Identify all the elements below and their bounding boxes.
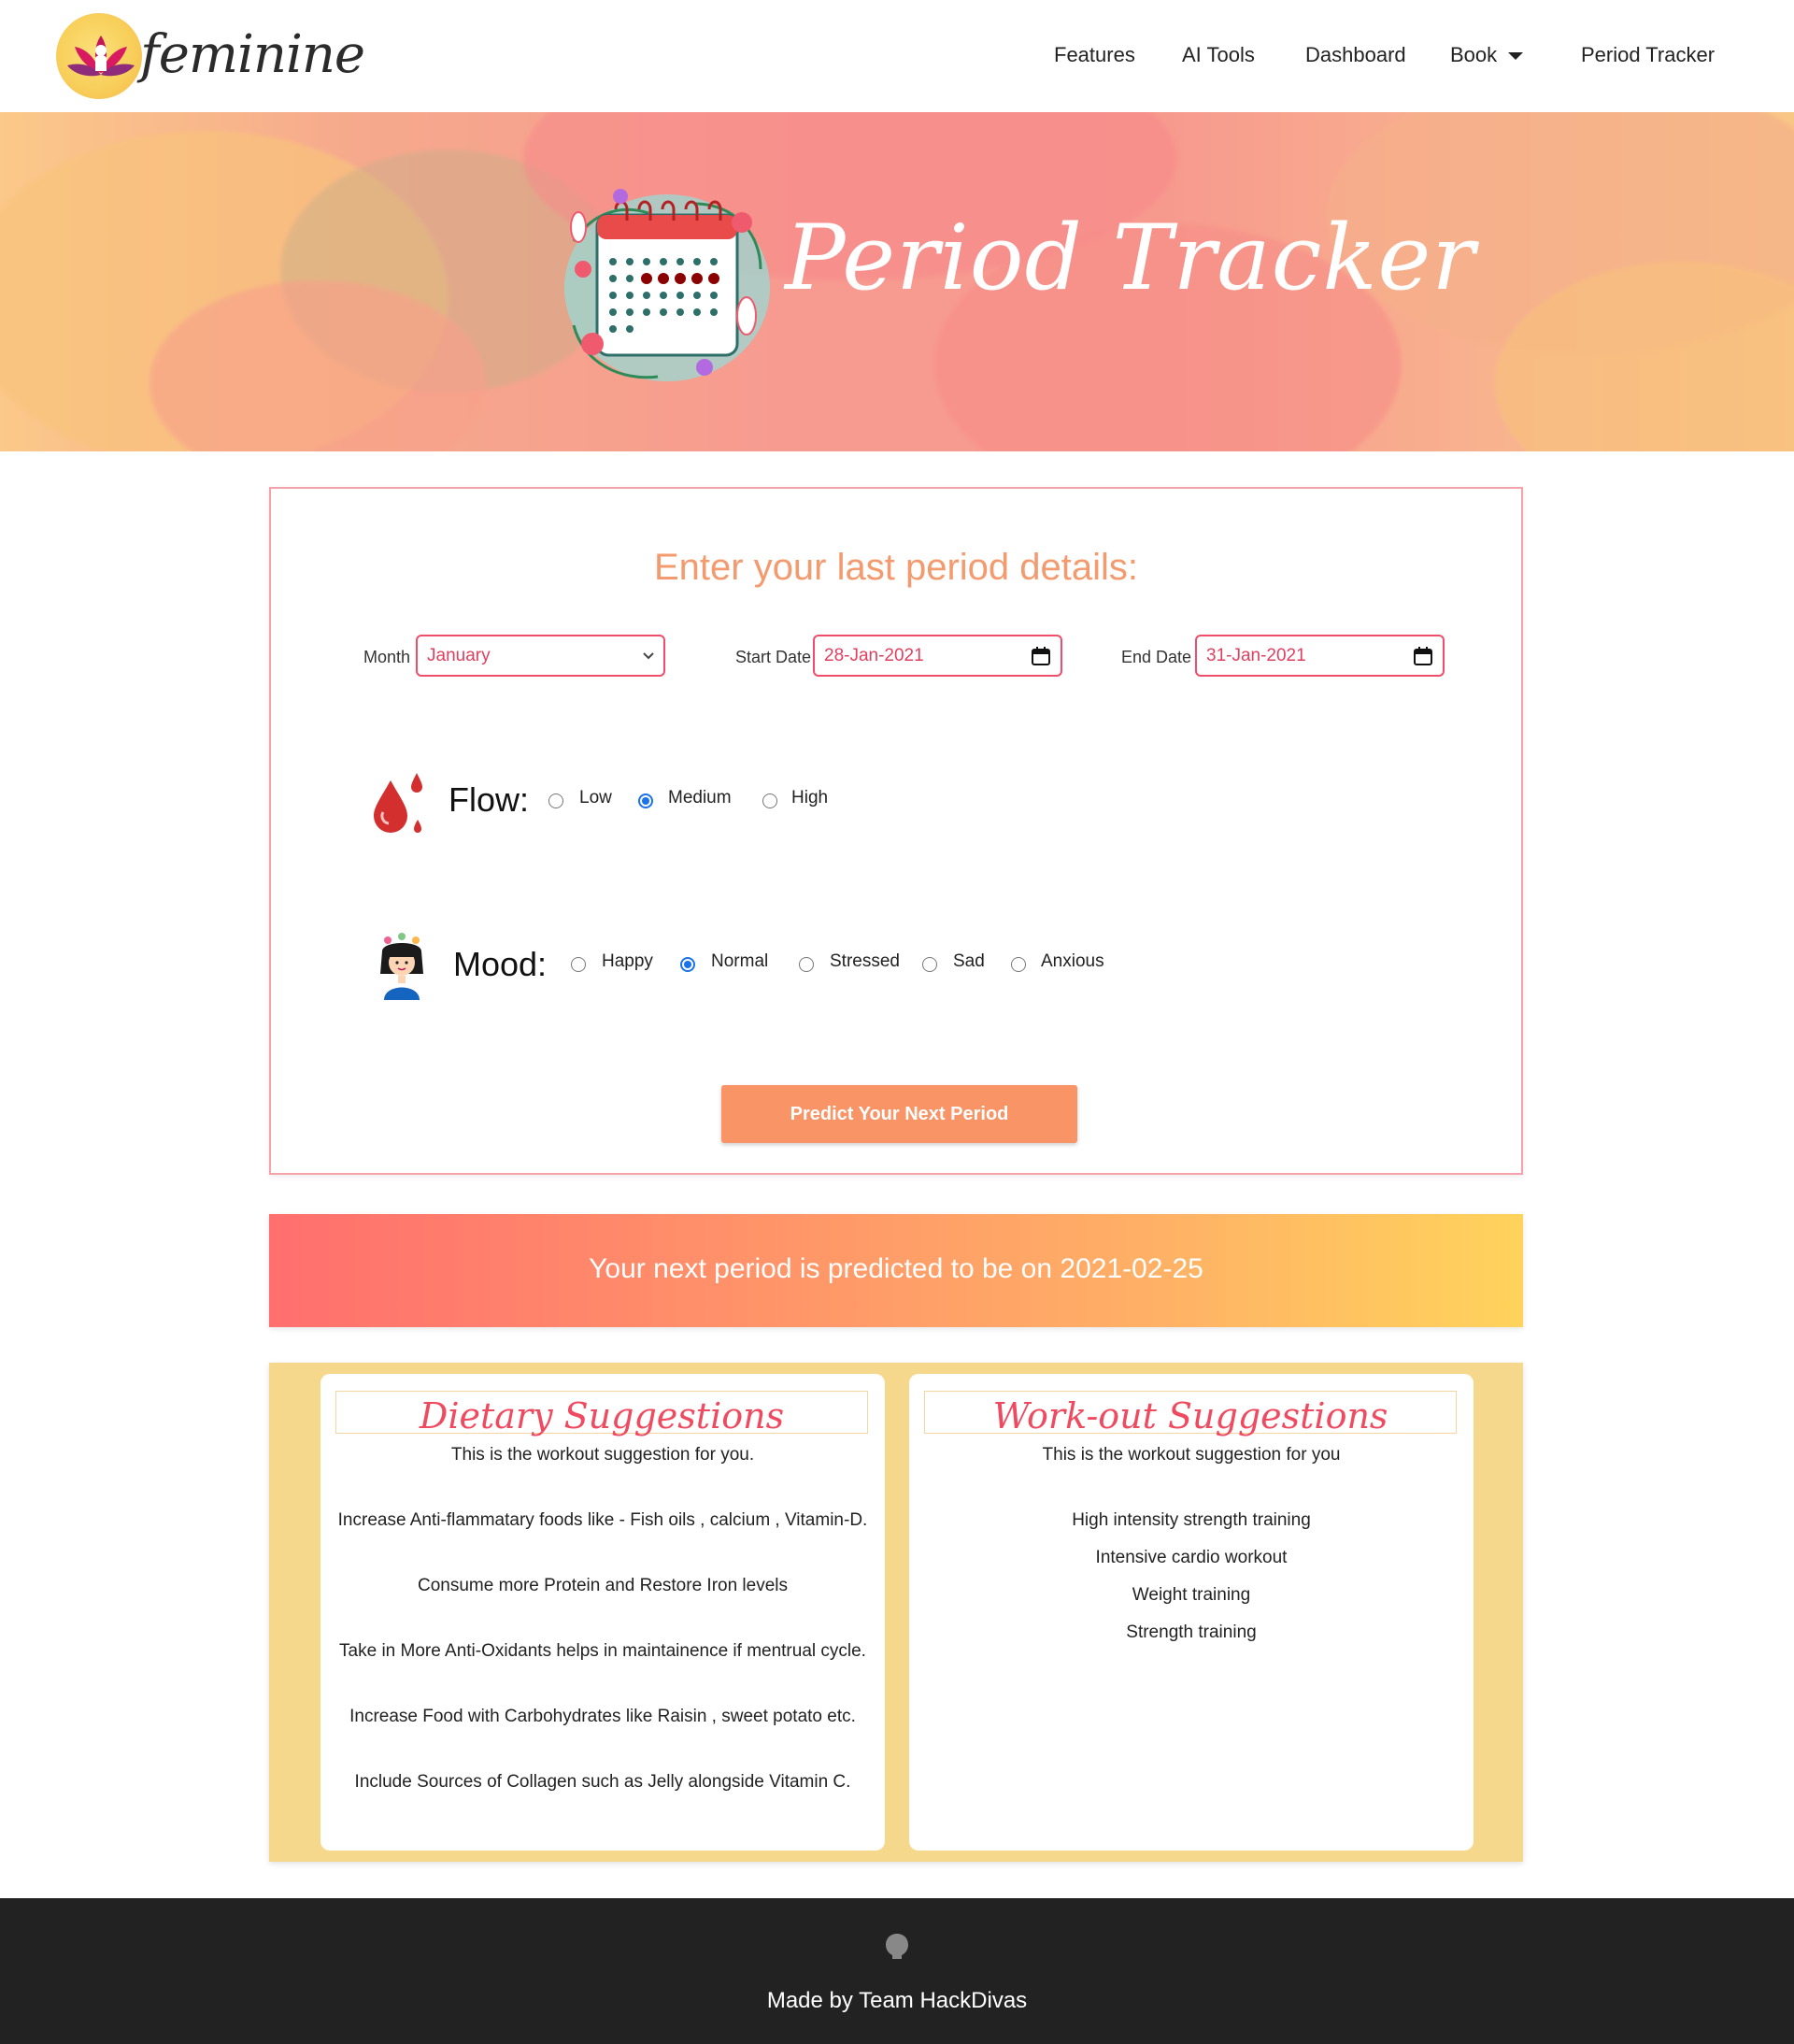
workout-item: Strength training bbox=[1126, 1622, 1257, 1642]
nav-ai-tools[interactable]: AI Tools bbox=[1182, 43, 1255, 67]
calendar-picker-icon[interactable] bbox=[1413, 646, 1433, 666]
mood-option-label: Happy bbox=[602, 951, 653, 971]
dietary-item: Take in More Anti-Oxidants helps in main… bbox=[339, 1641, 866, 1661]
predict-button[interactable]: Predict Your Next Period bbox=[721, 1085, 1077, 1143]
end-date-value: 31-Jan-2021 bbox=[1206, 646, 1306, 665]
dietary-title: Dietary Suggestions bbox=[419, 1395, 785, 1437]
mood-option-label: Stressed bbox=[830, 951, 900, 971]
dietary-item: Increase Food with Carbohydrates like Ra… bbox=[349, 1707, 856, 1726]
flow-radio-high[interactable] bbox=[762, 793, 777, 808]
flow-option-label: Medium bbox=[668, 788, 732, 808]
start-date-input[interactable]: 28-Jan-2021 bbox=[813, 635, 1062, 677]
mood-radio-normal[interactable] bbox=[680, 957, 695, 972]
mood-radio-stressed[interactable] bbox=[799, 957, 814, 972]
mood-radio-anxious[interactable] bbox=[1011, 957, 1026, 972]
dietary-item: Include Sources of Collagen such as Jell… bbox=[354, 1772, 851, 1792]
mood-radio-sad[interactable] bbox=[922, 957, 937, 972]
footer: Made by Team HackDivas bbox=[0, 1898, 1794, 2044]
navbar: feminine Features AI Tools Dashboard Boo… bbox=[0, 0, 1794, 112]
end-date-label: End Date bbox=[1121, 648, 1192, 666]
flow-label: Flow: bbox=[448, 780, 530, 819]
workout-item: High intensity strength training bbox=[1072, 1510, 1311, 1530]
month-select[interactable]: January bbox=[416, 635, 665, 677]
mood-option-label: Anxious bbox=[1041, 951, 1104, 971]
caret-down-icon bbox=[1508, 52, 1524, 61]
nav-features[interactable]: Features bbox=[1054, 43, 1135, 67]
flow-radio-low[interactable] bbox=[548, 793, 563, 808]
hero-banner: Period Tracker bbox=[0, 112, 1794, 451]
nav-period-tracker[interactable]: Period Tracker bbox=[1581, 43, 1715, 67]
period-form-card: Enter your last period details: Month Ja… bbox=[269, 487, 1523, 1175]
prediction-text: Your next period is predicted to be on 2… bbox=[589, 1253, 1203, 1284]
dietary-title-box: Dietary Suggestions bbox=[335, 1391, 868, 1437]
mood-option-label: Sad bbox=[953, 951, 985, 971]
dietary-item: Consume more Protein and Restore Iron le… bbox=[417, 1576, 789, 1595]
start-date-label: Start Date bbox=[735, 648, 812, 666]
calendar-picker-icon[interactable] bbox=[1031, 646, 1051, 666]
lotus-icon bbox=[67, 36, 135, 77]
flow-option-label: High bbox=[791, 788, 829, 808]
prediction-banner: Your next period is predicted to be on 2… bbox=[269, 1214, 1523, 1327]
logo[interactable]: feminine bbox=[54, 9, 365, 103]
blood-drop-icon bbox=[374, 773, 422, 833]
nav-dashboard[interactable]: Dashboard bbox=[1305, 43, 1406, 67]
logo-text: feminine bbox=[140, 24, 365, 85]
girl-avatar-icon bbox=[380, 933, 423, 1000]
nav-book-label: Book bbox=[1450, 43, 1498, 66]
workout-item: Weight training bbox=[1132, 1585, 1251, 1605]
chevron-down-icon bbox=[643, 652, 654, 660]
github-icon[interactable] bbox=[884, 1932, 910, 1960]
workout-item: Intensive cardio workout bbox=[1095, 1548, 1288, 1567]
month-label: Month bbox=[363, 648, 411, 666]
form-heading: Enter your last period details: bbox=[653, 547, 1139, 588]
dietary-item: Increase Anti-flammatary foods like - Fi… bbox=[337, 1510, 868, 1530]
workout-title: Work-out Suggestions bbox=[992, 1395, 1388, 1437]
workout-title-box: Work-out Suggestions bbox=[924, 1391, 1457, 1437]
flow-radio-medium[interactable] bbox=[638, 793, 653, 808]
hero-title: Period Tracker bbox=[785, 206, 1476, 310]
start-date-value: 28-Jan-2021 bbox=[824, 646, 924, 665]
end-date-input[interactable]: 31-Jan-2021 bbox=[1195, 635, 1445, 677]
suggestions-section: Dietary Suggestions This is the workout … bbox=[269, 1363, 1523, 1862]
dietary-card: Dietary Suggestions This is the workout … bbox=[320, 1374, 885, 1851]
footer-text: Made by Team HackDivas bbox=[766, 1988, 1028, 2013]
month-select-value: January bbox=[427, 646, 491, 665]
workout-card: Work-out Suggestions This is the workout… bbox=[909, 1374, 1474, 1851]
flow-option-label: Low bbox=[579, 788, 612, 808]
mood-radio-happy[interactable] bbox=[571, 957, 586, 972]
workout-subtitle: This is the workout suggestion for you bbox=[1042, 1445, 1341, 1465]
nav-book-dropdown[interactable]: Book bbox=[1450, 43, 1524, 67]
dietary-subtitle: This is the workout suggestion for you. bbox=[450, 1445, 755, 1465]
calendar-icon bbox=[564, 189, 770, 381]
mood-label: Mood: bbox=[453, 945, 548, 983]
mood-option-label: Normal bbox=[711, 951, 769, 971]
